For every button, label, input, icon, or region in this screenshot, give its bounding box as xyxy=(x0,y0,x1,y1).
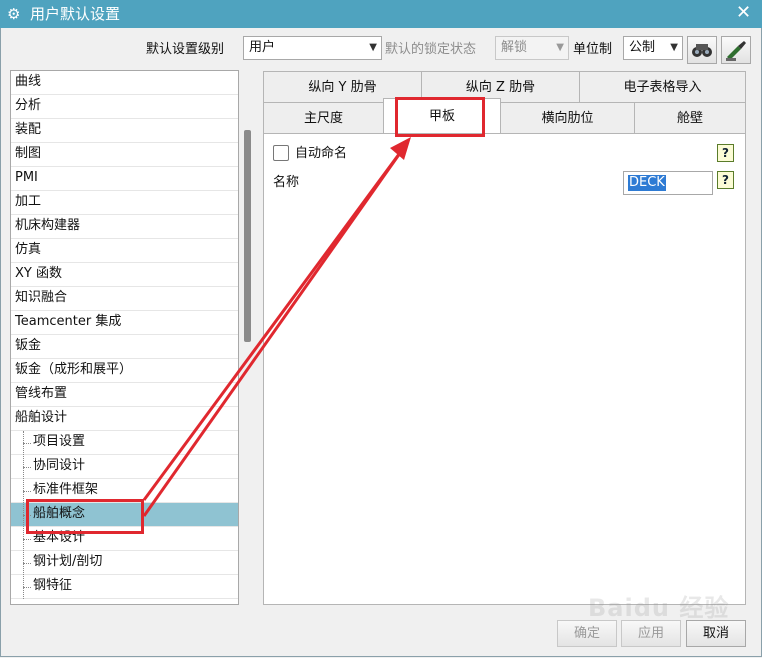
annotation-arrows xyxy=(142,137,411,517)
annotation-arrowhead xyxy=(390,137,411,160)
annotation-arrow-line xyxy=(142,145,407,501)
